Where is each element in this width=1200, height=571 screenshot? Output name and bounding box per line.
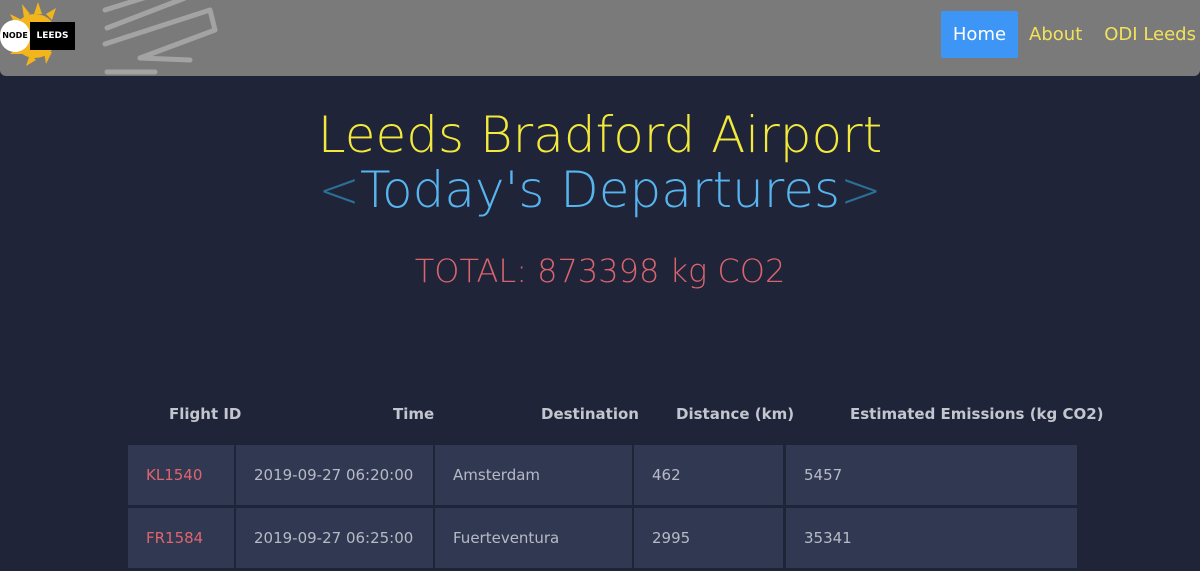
table-row: KL1540 2019-09-27 06:20:00 Amsterdam 462… <box>128 445 1078 505</box>
node-leeds-logo[interactable]: NODE LEEDS <box>0 0 80 72</box>
nav-home-link[interactable]: Home <box>940 11 1019 58</box>
destination-cell: Amsterdam <box>435 445 632 505</box>
emissions-cell: 35341 <box>786 508 1077 568</box>
column-header-emissions: Estimated Emissions (kg CO2) <box>850 405 1104 423</box>
time-cell: 2019-09-27 06:20:00 <box>236 445 433 505</box>
time-cell: 2019-09-27 06:25:00 <box>236 508 433 568</box>
page-title: Leeds Bradford Airport <box>317 106 883 164</box>
subtitle-close-bracket: > <box>840 161 882 219</box>
page-subtitle: <Today's Departures> <box>0 159 1200 221</box>
subtitle-text: Today's Departures <box>359 161 841 219</box>
column-header-flight-id: Flight ID <box>169 405 242 423</box>
logo-node-badge: NODE <box>0 20 30 52</box>
nav-links: Home About ODI Leeds <box>940 11 1200 58</box>
column-header-time: Time <box>393 405 435 423</box>
table-header: Flight ID Time Destination Distance (km)… <box>128 396 1104 432</box>
emissions-cell: 5457 <box>786 445 1077 505</box>
flight-id-cell[interactable]: FR1584 <box>128 508 234 568</box>
destination-cell: Fuerteventura <box>435 508 632 568</box>
column-header-distance: Distance (km) <box>676 405 795 423</box>
nav-odi-leeds-link[interactable]: ODI Leeds <box>1093 11 1200 58</box>
subtitle-open-bracket: < <box>318 161 360 219</box>
decorative-lines <box>102 0 218 75</box>
nav-about-link[interactable]: About <box>1018 11 1093 58</box>
table-body: KL1540 2019-09-27 06:20:00 Amsterdam 462… <box>128 445 1078 571</box>
logo-leeds-badge: LEEDS <box>30 22 75 50</box>
table-row: FR1584 2019-09-27 06:25:00 Fuerteventura… <box>128 508 1078 568</box>
total-emissions: TOTAL: 873398 kg CO2 <box>414 252 786 290</box>
column-header-destination: Destination <box>541 405 639 423</box>
departures-table: Flight ID Time Destination Distance (km)… <box>128 396 1104 568</box>
distance-cell: 462 <box>634 445 783 505</box>
navbar: NODE LEEDS Home About ODI Leeds <box>0 0 1200 76</box>
flight-id-cell[interactable]: KL1540 <box>128 445 234 505</box>
distance-cell: 2995 <box>634 508 783 568</box>
